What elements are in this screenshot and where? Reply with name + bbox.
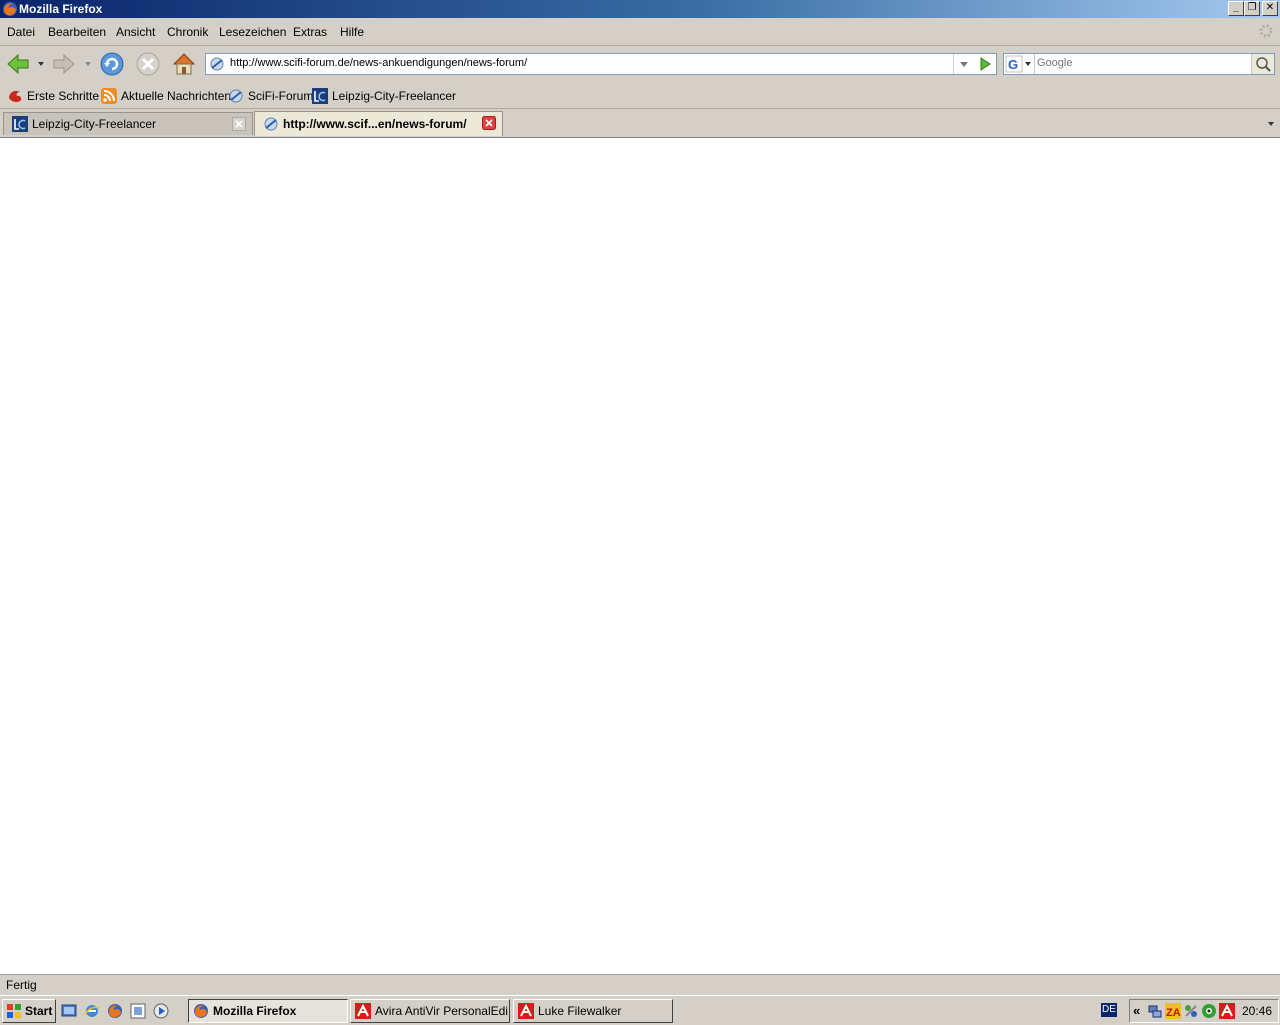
stop-icon[interactable] — [134, 50, 162, 78]
bookmark-leipzig-city-freelancer[interactable]: Leipzig-City-Freelancer — [312, 88, 456, 104]
page-icon — [229, 89, 243, 103]
bookmark-scifi-forum[interactable]: SciFi-Forum — [228, 88, 313, 104]
go-button-icon[interactable] — [974, 54, 996, 74]
url-input[interactable] — [230, 57, 950, 69]
start-label: Start — [25, 1004, 53, 1018]
maximize-button[interactable]: ❐ — [1244, 1, 1260, 16]
url-history-dropdown-icon[interactable] — [953, 54, 974, 74]
page-icon — [264, 117, 278, 131]
search-magnifier-icon[interactable] — [1251, 54, 1274, 74]
firefox-icon[interactable] — [107, 1003, 123, 1019]
title-bar: Mozilla Firefox _ ❐ ✕ — [0, 0, 1280, 18]
avira-umbrella-icon[interactable] — [1219, 1003, 1235, 1019]
tab-strip: Leipzig-City-Freelancer http://www.scif.… — [0, 109, 1280, 138]
network-icon[interactable] — [1147, 1003, 1163, 1019]
tools-icon[interactable] — [1183, 1003, 1199, 1019]
zonealarm-icon[interactable]: ZA — [1165, 1003, 1181, 1019]
lc-logo-icon — [312, 88, 328, 104]
language-indicator[interactable]: DE — [1101, 1003, 1117, 1017]
show-desktop-icon[interactable] — [61, 1003, 77, 1019]
menu-hilfe[interactable]: Hilfe — [340, 25, 364, 39]
bookmarks-toolbar: Erste Schritte Aktuelle Nachrichten SciF… — [0, 84, 1280, 109]
bookmark-label: Aktuelle Nachrichten — [121, 89, 232, 103]
status-text: Fertig — [6, 978, 37, 992]
windows-logo-icon — [7, 1004, 21, 1018]
close-window-button[interactable]: ✕ — [1262, 1, 1278, 16]
navigation-toolbar: G — [0, 46, 1280, 84]
bookmark-erste-schritte[interactable]: Erste Schritte — [7, 88, 99, 104]
close-tab-icon[interactable] — [482, 116, 496, 130]
menu-lesezeichen[interactable]: Lesezeichen — [219, 25, 286, 39]
close-tab-icon[interactable] — [232, 117, 246, 131]
bookmark-aktuelle-nachrichten[interactable]: Aktuelle Nachrichten — [101, 88, 231, 104]
tray-expand-icon[interactable]: « — [1133, 1003, 1140, 1018]
menu-datei[interactable]: Datei — [7, 25, 35, 39]
task-mozilla-firefox[interactable]: Mozilla Firefox — [188, 999, 348, 1023]
system-tray: « ZA 20:46 — [1129, 999, 1279, 1023]
media-player-icon[interactable] — [153, 1003, 169, 1019]
minimize-button[interactable]: _ — [1228, 1, 1244, 16]
search-bar[interactable]: G — [1003, 53, 1275, 75]
google-engine-icon[interactable]: G — [1004, 54, 1035, 74]
task-luke-filewalker[interactable]: Luke Filewalker — [513, 999, 673, 1023]
url-bar[interactable] — [205, 53, 997, 75]
bookmark-label: Erste Schritte — [27, 89, 100, 103]
clock[interactable]: 20:46 — [1242, 1004, 1272, 1018]
menu-chronik[interactable]: Chronik — [167, 25, 208, 39]
forward-history-dropdown-icon[interactable] — [84, 61, 92, 67]
page-icon — [210, 57, 224, 71]
svg-text:G: G — [1008, 57, 1018, 72]
firefox-red-icon — [9, 90, 22, 103]
avira-umbrella-icon — [355, 1003, 371, 1019]
forward-arrow-icon[interactable] — [50, 50, 78, 78]
task-label: Luke Filewalker — [538, 1004, 622, 1018]
status-bar: Fertig — [0, 974, 1280, 995]
green-eye-icon[interactable] — [1201, 1003, 1217, 1019]
internet-explorer-icon[interactable] — [84, 1003, 100, 1019]
menu-ansicht[interactable]: Ansicht — [116, 25, 155, 39]
task-label: Mozilla Firefox — [213, 1004, 297, 1018]
avira-umbrella-icon — [518, 1003, 534, 1019]
window-title: Mozilla Firefox — [19, 2, 103, 16]
throbber-icon — [1259, 24, 1273, 38]
tab-label: Leipzig-City-Freelancer — [32, 117, 157, 131]
page-content[interactable] — [0, 138, 1280, 974]
tab-leipzig-city-freelancer[interactable]: Leipzig-City-Freelancer — [3, 112, 253, 135]
firefox-icon — [194, 1004, 208, 1018]
start-button[interactable]: Start — [2, 999, 56, 1023]
search-input[interactable] — [1037, 57, 1247, 69]
tab-label: http://www.scif...en/news-forum/ — [283, 117, 467, 131]
lc-logo-icon — [12, 116, 28, 132]
task-label: Avira AntiVir PersonalEdi... — [375, 1004, 510, 1018]
menu-bar: Datei Bearbeiten Ansicht Chronik Lesezei… — [0, 18, 1280, 46]
svg-text:ZA: ZA — [1166, 1007, 1181, 1019]
home-icon[interactable] — [170, 50, 198, 78]
bookmark-label: Leipzig-City-Freelancer — [332, 89, 457, 103]
tab-scifi-forum[interactable]: http://www.scif...en/news-forum/ — [254, 111, 503, 136]
back-history-dropdown-icon[interactable] — [37, 61, 45, 67]
taskbar: Start Mozilla Firefox Avira AntiVir Pers… — [0, 995, 1280, 1025]
back-arrow-icon[interactable] — [4, 50, 32, 78]
window-switcher-icon[interactable] — [130, 1003, 146, 1019]
menu-bearbeiten[interactable]: Bearbeiten — [48, 25, 106, 39]
tab-list-dropdown-icon[interactable] — [1262, 112, 1280, 134]
reload-icon[interactable] — [98, 50, 126, 78]
firefox-icon — [3, 2, 17, 16]
menu-extras[interactable]: Extras — [293, 25, 327, 39]
task-avira-antivir[interactable]: Avira AntiVir PersonalEdi... — [350, 999, 510, 1023]
rss-feed-icon — [101, 88, 117, 104]
bookmark-label: SciFi-Forum — [248, 89, 314, 103]
